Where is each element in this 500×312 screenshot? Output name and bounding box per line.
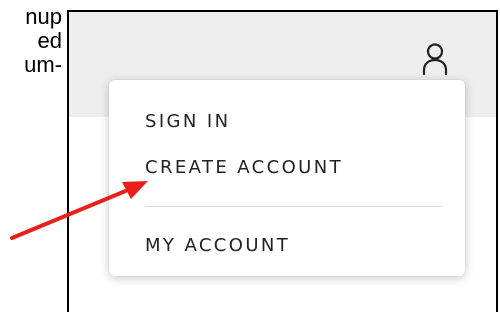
create-account-menu-item[interactable]: CREATE ACCOUNT	[145, 157, 343, 178]
screenshot-stage: nup ed um- SIGN IN CREATE ACCOUNT MY ACC…	[0, 0, 500, 312]
account-dropdown-menu: SIGN IN CREATE ACCOUNT MY ACCOUNT	[109, 80, 465, 276]
user-icon-graphic	[422, 43, 448, 76]
sign-in-menu-item[interactable]: SIGN IN	[145, 111, 230, 132]
my-account-menu-item[interactable]: MY ACCOUNT	[145, 235, 290, 256]
user-icon[interactable]	[421, 42, 449, 76]
side-text-line-3: um-	[24, 52, 62, 77]
side-text-line-2: ed	[37, 28, 62, 53]
clipped-side-text: nup ed um-	[0, 5, 62, 77]
screenshot-frame: SIGN IN CREATE ACCOUNT MY ACCOUNT	[67, 10, 498, 312]
side-text-line-1: nup	[25, 5, 62, 29]
menu-divider	[145, 206, 442, 207]
